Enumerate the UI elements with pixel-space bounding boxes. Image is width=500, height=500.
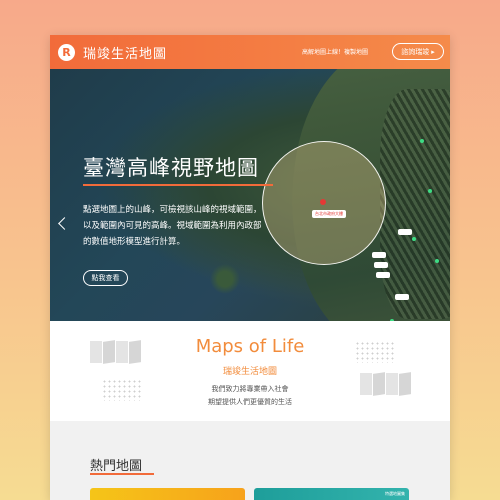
peak-label[interactable] <box>376 272 390 278</box>
peak-marker[interactable] <box>412 237 416 241</box>
chevron-left-icon[interactable] <box>58 217 71 230</box>
map-card[interactable]: 特選地圖集 <box>254 488 409 500</box>
selected-peak-label: 台北市政府大樓 <box>312 210 346 218</box>
logo-icon[interactable]: R <box>58 43 75 61</box>
about-text: 期望提供人們更優質的生活 <box>208 398 292 406</box>
about-subtitle: 瑞竣生活地圖 <box>222 367 277 377</box>
title-underline <box>83 184 273 186</box>
map-card[interactable] <box>90 488 245 500</box>
peak-marker[interactable] <box>420 139 424 143</box>
title-underline <box>90 473 154 475</box>
map-islands <box>205 264 245 294</box>
peak-label[interactable] <box>398 229 412 235</box>
brand-name[interactable]: 瑞竣生活地圖 <box>83 43 167 62</box>
peak-label[interactable] <box>395 294 409 300</box>
header-tagline[interactable]: 高解地圖上線！複製地圖 <box>302 47 368 56</box>
popular-maps-section: 熱門地圖 特選地圖集 <box>50 421 450 500</box>
peak-label[interactable] <box>372 252 386 258</box>
site-header: R 瑞竣生活地圖 高解地圖上線！複製地圖 諮詢瑞竣 ▸ <box>50 35 450 69</box>
contact-button-label: 諮詢瑞竣 <box>401 47 430 56</box>
card-tag: 特選地圖集 <box>385 491 405 496</box>
about-section: Maps of Life 瑞竣生活地圖 我們致力將專業帶入社會 期望提供人們更優… <box>50 321 450 421</box>
peak-label[interactable] <box>374 262 388 268</box>
peak-marker[interactable] <box>428 189 432 193</box>
map-mountains <box>380 89 450 319</box>
about-text: 我們致力將專業帶入社會 <box>211 385 289 393</box>
selected-peak-marker[interactable] <box>320 199 326 205</box>
arrow-right-icon: ▸ <box>431 47 435 56</box>
page-frame: R 瑞竣生活地圖 高解地圖上線！複製地圖 諮詢瑞竣 ▸ 台北市政府大樓 臺灣高峰… <box>50 35 450 500</box>
hero-description: 點選地圖上的山峰，可檢視該山峰的視域範圍，以及範圍內可見的高峰。視域範圍為利用內… <box>83 205 262 247</box>
about-title: Maps of Life <box>195 336 305 357</box>
section-title: 熱門地圖 <box>90 459 143 474</box>
hero-title: 臺灣高峰視野地圖 <box>83 156 259 180</box>
peak-marker[interactable] <box>435 259 439 263</box>
contact-button[interactable]: 諮詢瑞竣 ▸ <box>392 43 444 60</box>
view-map-button[interactable]: 點我查看 <box>83 270 128 286</box>
hero-carousel: 台北市政府大樓 臺灣高峰視野地圖 點選地圖上的山峰，可檢視該山峰的視域範圍，以及… <box>50 69 450 321</box>
